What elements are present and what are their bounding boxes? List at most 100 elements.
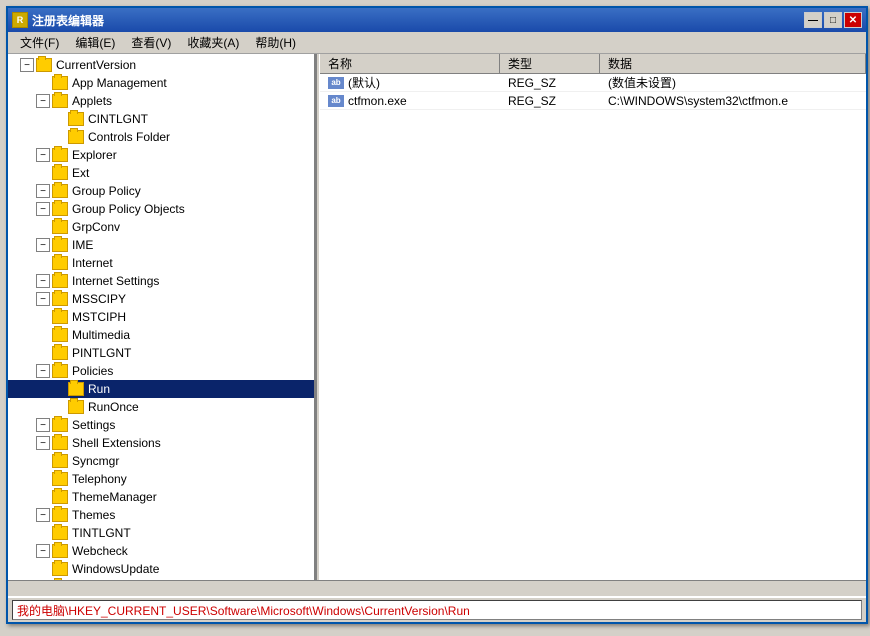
tree-item-label: Settings <box>72 418 115 432</box>
menu-bar: 文件(F) 编辑(E) 查看(V) 收藏夹(A) 帮助(H) <box>8 32 866 54</box>
reg-name-cell: ab(默认) <box>320 74 500 91</box>
folder-icon <box>52 562 68 576</box>
status-bar: 我的电脑\HKEY_CURRENT_USER\Software\Microsof… <box>8 596 866 622</box>
tree-item[interactable]: App Management <box>8 74 314 92</box>
folder-icon <box>52 184 68 198</box>
tree-item-label: Shell Extensions <box>72 436 161 450</box>
tree-item[interactable]: − Shell Extensions <box>8 434 314 452</box>
folder-icon <box>52 526 68 540</box>
tree-item-label: Explorer <box>72 148 117 162</box>
tree-item[interactable]: −Policies <box>8 362 314 380</box>
maximize-button[interactable]: □ <box>824 12 842 28</box>
tree-item[interactable]: PINTLGNT <box>8 344 314 362</box>
tree-item[interactable]: − Settings <box>8 416 314 434</box>
tree-item-label: MSSCIPY <box>72 292 126 306</box>
folder-icon <box>52 148 68 162</box>
tree-item[interactable]: Controls Folder <box>8 128 314 146</box>
folder-icon <box>52 346 68 360</box>
tree-expand-icon[interactable]: − <box>36 238 50 252</box>
minimize-button[interactable]: — <box>804 12 822 28</box>
tree-item[interactable]: −Themes <box>8 506 314 524</box>
tree-item[interactable]: −CurrentVersion <box>8 56 314 74</box>
tree-expand-icon[interactable]: − <box>36 292 50 306</box>
tree-item[interactable]: TINTLGNT <box>8 524 314 542</box>
reg-name-cell: abctfmon.exe <box>320 94 500 108</box>
tree-item[interactable]: − Group Policy Objects <box>8 200 314 218</box>
tree-item[interactable]: Ext <box>8 164 314 182</box>
tree-item[interactable]: GrpConv <box>8 218 314 236</box>
tree-item[interactable]: − Internet Settings <box>8 272 314 290</box>
tree-item[interactable]: −Applets <box>8 92 314 110</box>
reg-data-cell: C:\WINDOWS\system32\ctfmon.e <box>600 94 866 108</box>
folder-icon <box>52 94 68 108</box>
tree-item[interactable]: Telephony <box>8 470 314 488</box>
tree-item[interactable]: Syncmgr <box>8 452 314 470</box>
tree-item[interactable]: − IME <box>8 236 314 254</box>
tree-item-label: RunOnce <box>88 400 139 414</box>
close-button[interactable]: ✕ <box>844 12 862 28</box>
tree-expand-icon[interactable]: − <box>20 58 34 72</box>
title-bar: R 注册表编辑器 — □ ✕ <box>8 8 866 32</box>
tree-expand-icon[interactable]: − <box>36 148 50 162</box>
registry-row[interactable]: abctfmon.exeREG_SZC:\WINDOWS\system32\ct… <box>320 92 866 110</box>
reg-type-cell: REG_SZ <box>500 94 600 108</box>
col-header-type[interactable]: 类型 <box>500 54 600 73</box>
tree-expand-icon[interactable]: − <box>36 436 50 450</box>
menu-favorites[interactable]: 收藏夹(A) <box>179 32 247 53</box>
tree-expand-icon[interactable]: − <box>36 418 50 432</box>
tree-expand-icon[interactable]: − <box>36 274 50 288</box>
folder-icon <box>52 220 68 234</box>
tree-item-label: Webcheck <box>72 544 128 558</box>
tree-item[interactable]: ThemeManager <box>8 488 314 506</box>
tree-item[interactable]: − Webcheck <box>8 542 314 560</box>
tree-scroll[interactable]: −CurrentVersionApp Management−AppletsCIN… <box>8 54 314 580</box>
menu-help[interactable]: 帮助(H) <box>247 32 304 53</box>
tree-item-label: PINTLGNT <box>72 346 131 360</box>
tree-item[interactable]: RunOnce <box>8 398 314 416</box>
tree-expand-icon[interactable]: − <box>36 364 50 378</box>
tree-expand-icon[interactable]: − <box>36 202 50 216</box>
folder-icon <box>68 382 84 396</box>
tree-expand-icon[interactable]: − <box>36 184 50 198</box>
tree-expand-icon[interactable]: − <box>36 544 50 558</box>
registry-values[interactable]: ab(默认)REG_SZ(数值未设置)abctfmon.exeREG_SZC:\… <box>320 74 866 580</box>
menu-file[interactable]: 文件(F) <box>12 32 67 53</box>
tree-item[interactable]: Run <box>8 380 314 398</box>
folder-icon <box>52 256 68 270</box>
tree-item-label: Group Policy Objects <box>72 202 185 216</box>
tree-item-label: WindowsUpdate <box>72 562 159 576</box>
tree-item[interactable]: Internet <box>8 254 314 272</box>
col-header-data[interactable]: 数据 <box>600 54 866 73</box>
reg-name-text: ctfmon.exe <box>348 94 407 108</box>
menu-edit[interactable]: 编辑(E) <box>67 32 123 53</box>
tree-item-label: GrpConv <box>72 220 120 234</box>
tree-item[interactable]: −WinTrust <box>8 578 314 580</box>
tree-item[interactable]: − Explorer <box>8 146 314 164</box>
tree-expand-icon[interactable]: − <box>36 508 50 522</box>
folder-icon <box>52 454 68 468</box>
menu-view[interactable]: 查看(V) <box>123 32 179 53</box>
tree-item-label: IME <box>72 238 93 252</box>
registry-row[interactable]: ab(默认)REG_SZ(数值未设置) <box>320 74 866 92</box>
tree-item[interactable]: WindowsUpdate <box>8 560 314 578</box>
folder-icon <box>68 112 84 126</box>
tree-item[interactable]: −Group Policy <box>8 182 314 200</box>
horizontal-scroll[interactable] <box>8 580 866 596</box>
tree-item-label: TINTLGNT <box>72 526 131 540</box>
tree-item[interactable]: MSTCIPH <box>8 308 314 326</box>
tree-expand-icon[interactable]: − <box>36 94 50 108</box>
reg-type-icon: ab <box>328 77 344 89</box>
folder-icon <box>68 130 84 144</box>
tree-item[interactable]: Multimedia <box>8 326 314 344</box>
column-headers: 名称 类型 数据 <box>320 54 866 74</box>
main-content: −CurrentVersionApp Management−AppletsCIN… <box>8 54 866 580</box>
folder-icon <box>52 274 68 288</box>
tree-item-label: Internet <box>72 256 113 270</box>
tree-item-label: Syncmgr <box>72 454 119 468</box>
tree-item-label: Internet Settings <box>72 274 159 288</box>
folder-icon <box>52 418 68 432</box>
tree-item[interactable]: CINTLGNT <box>8 110 314 128</box>
folder-icon <box>68 400 84 414</box>
col-header-name[interactable]: 名称 <box>320 54 500 73</box>
tree-item[interactable]: − MSSCIPY <box>8 290 314 308</box>
